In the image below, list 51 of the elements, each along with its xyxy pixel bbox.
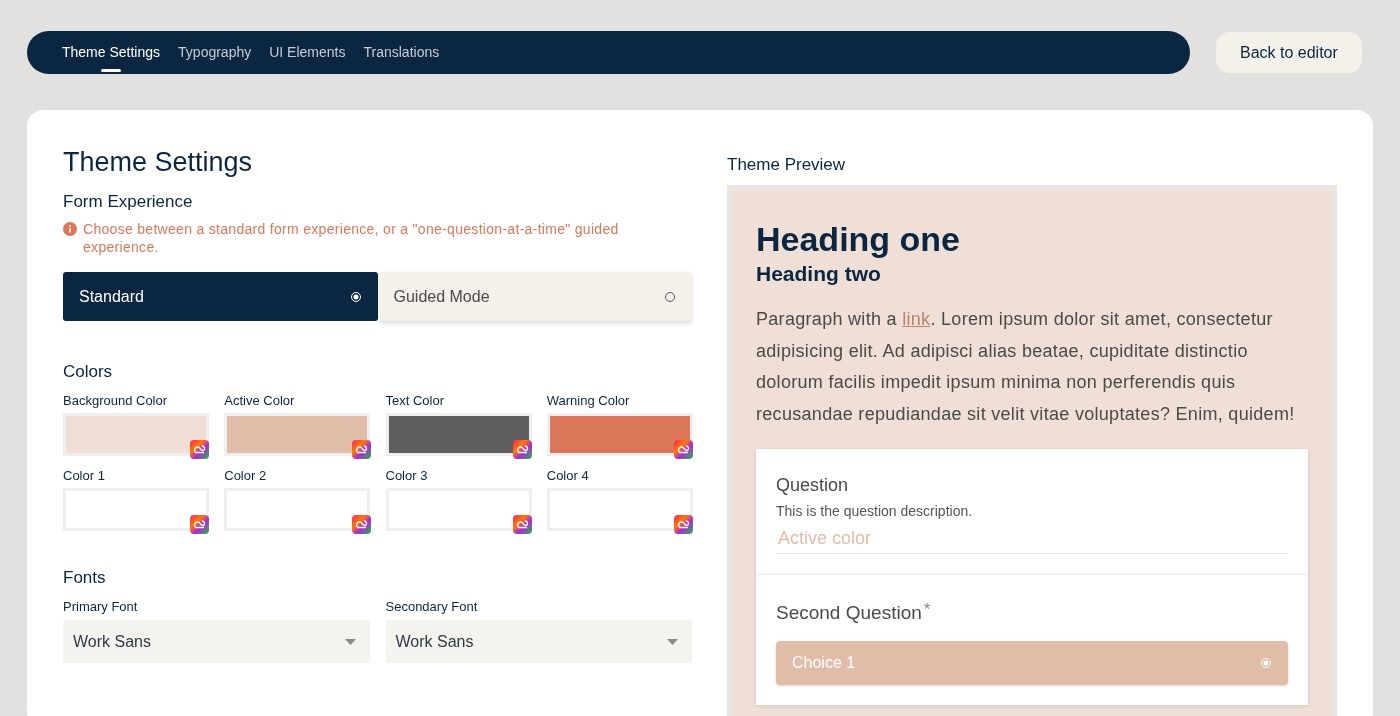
preview-heading: Heading one [756,220,962,258]
field-label: Warning Color [546,393,631,409]
question-description: This is the question description. [776,502,974,520]
section-heading: Form Experience [63,191,194,213]
preview-paragraph: Paragraph with a link. Lorem ipsum dolor sit amet, consectetur adipisicing elit. Ad adipisci alias beatae, cupiditate distinctio dolorum facilis impedit ipsum minima non perferendis quis recusandae repudiandae sit velit vitae voluptates? Enim, quidem! [756,308,1296,426]
field-label: Active Color [224,393,296,409]
color-swatch[interactable] [385,413,532,456]
question-label: Second Question [776,601,922,625]
field-label: Primary Font [63,599,139,615]
color-swatch[interactable] [63,488,209,531]
color-picker-icon[interactable] [674,440,693,459]
mode-option[interactable]: Standard [63,272,378,321]
field-label: Color 2 [224,468,268,484]
color-swatch[interactable] [224,413,371,456]
font-dropdown[interactable]: Work Sans [63,620,370,663]
font-dropdown[interactable]: Work Sans [385,620,692,663]
color-picker-icon[interactable] [674,515,693,534]
field-label: Color 1 [63,468,106,484]
question-label: Question [776,474,850,496]
preview-subheading: Heading two [756,261,882,287]
mode-option[interactable]: Guided Mode [377,272,692,321]
notice-text: Choose between a standard form experience, or a "one-question-at-a-time" guided experience. [83,220,620,256]
text-input-field[interactable]: Active color [776,524,1288,554]
required-mark: * [923,601,931,619]
color-swatch[interactable] [224,488,371,531]
field-label: Background Color [63,393,169,409]
section-heading: Colors [63,361,114,383]
field-label: Secondary Font [385,599,479,615]
color-swatch[interactable] [63,413,209,456]
radio-icon [664,290,676,303]
nav-tab[interactable]: Translations [363,33,440,72]
back-to-editor-button[interactable]: Back to editor [1216,32,1362,73]
radio-icon [349,290,362,303]
field-label: Text Color [385,393,446,409]
color-swatch[interactable] [385,488,532,531]
color-picker-icon[interactable] [190,515,210,534]
nav-tab[interactable]: Typography [178,33,252,72]
caret-icon [344,638,356,645]
color-swatch[interactable] [546,488,693,531]
info-icon [63,222,77,236]
field-label: Color 3 [385,468,429,484]
page-title: Theme Settings [63,146,254,178]
nav-tab[interactable]: Theme Settings [62,33,161,72]
caret-icon [667,638,678,645]
color-picker-icon[interactable] [190,440,210,459]
color-swatch[interactable] [546,413,693,456]
radio-icon [1260,657,1272,669]
section-heading: Fonts [63,567,107,589]
nav-tab[interactable]: UI Elements [269,33,346,72]
preview-title: Theme Preview [727,154,847,176]
field-label: Color 4 [546,468,590,484]
